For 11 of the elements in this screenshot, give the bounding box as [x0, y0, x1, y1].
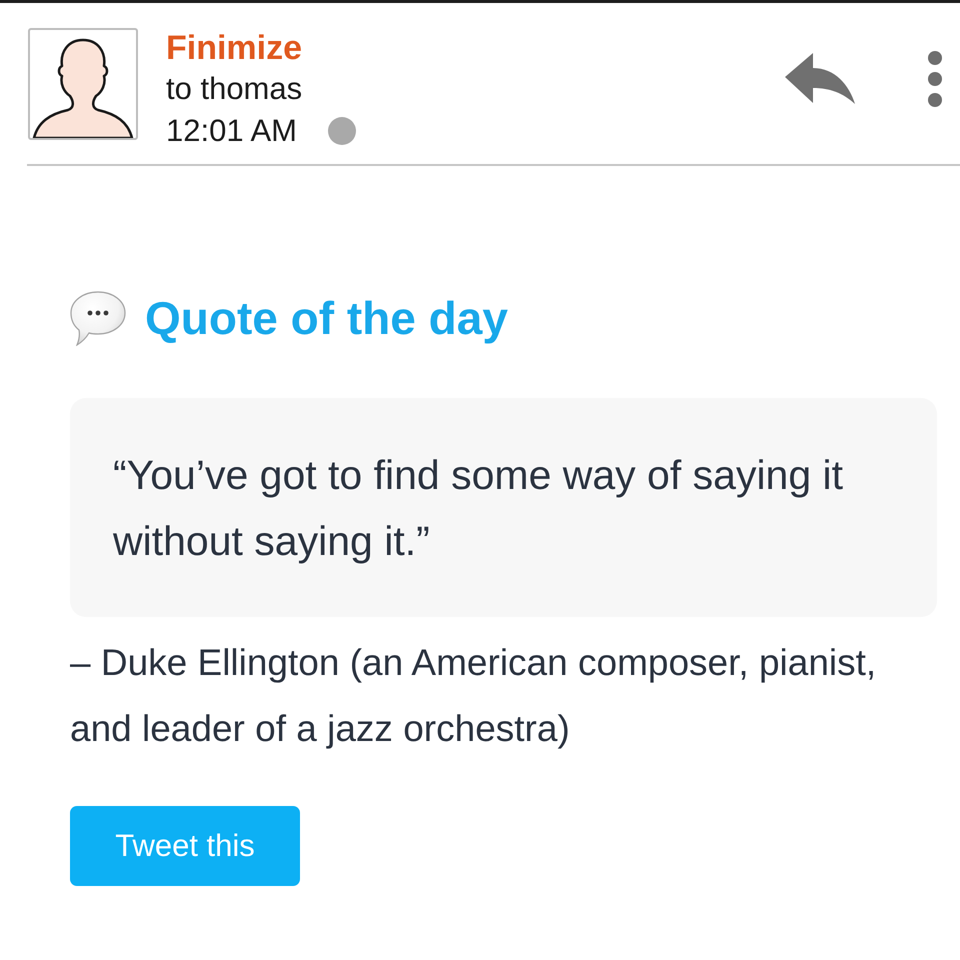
tweet-button[interactable]: Tweet this: [70, 806, 300, 886]
status-dot-icon: [328, 117, 356, 145]
recipient-text: to thomas: [166, 70, 304, 108]
speech-bubble-icon: [70, 290, 126, 346]
quote-attribution: – Duke Ellington (an American composer, pianist, and leader of a jazz orchestra): [70, 641, 878, 751]
avatar-silhouette-icon: [28, 28, 138, 140]
section-heading: Quote of the day: [145, 291, 508, 346]
sender-name: Finimize: [166, 28, 304, 68]
reply-icon[interactable]: [785, 53, 855, 104]
message-time: 12:01 AM: [166, 112, 297, 150]
quote-text: “You’ve got to find some way of saying it without saying it.”: [113, 451, 844, 566]
